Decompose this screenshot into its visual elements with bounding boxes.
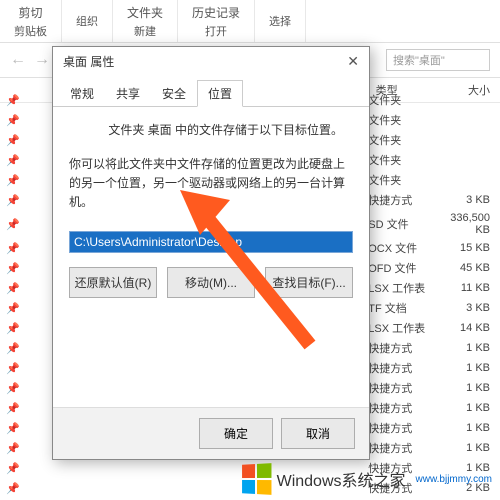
file-type: SD 文件: [368, 216, 434, 232]
ribbon-organize-group: 组织: [62, 0, 113, 42]
pin-icon: 📌: [0, 442, 26, 455]
file-type: 文件夹: [368, 132, 434, 148]
ribbon: 剪切 剪贴板 组织 文件夹 新建 历史记录 打开 选择: [0, 0, 500, 43]
pin-icon: 📌: [0, 218, 26, 231]
pin-icon: 📌: [0, 462, 26, 475]
pin-icon: 📌: [0, 282, 26, 295]
file-size: 3 KB: [434, 194, 500, 206]
file-size: 1 KB: [434, 382, 500, 394]
tab-location[interactable]: 位置: [197, 80, 243, 107]
pin-icon: 📌: [0, 94, 26, 107]
file-size: 15 KB: [434, 242, 500, 254]
pin-icon: 📌: [0, 154, 26, 167]
path-input[interactable]: [69, 231, 353, 253]
pin-icon: 📌: [0, 174, 26, 187]
history-label[interactable]: 历史记录: [192, 4, 240, 21]
file-size: 1 KB: [434, 342, 500, 354]
file-size: 1 KB: [434, 362, 500, 374]
dialog-footer: 确定 取消: [53, 407, 369, 459]
watermark-url: www.bjjmmy.com: [416, 474, 492, 485]
pin-icon: 📌: [0, 402, 26, 415]
file-type: 快捷方式: [368, 192, 434, 208]
file-size: 14 KB: [434, 322, 500, 334]
ribbon-open-group: 历史记录 打开: [178, 0, 255, 42]
folder-icon: [69, 121, 95, 141]
back-icon[interactable]: ←: [10, 51, 26, 69]
open-label: 打开: [205, 23, 227, 39]
file-type: 文件夹: [368, 172, 434, 188]
pin-icon: 📌: [0, 194, 26, 207]
tab-security[interactable]: 安全: [151, 80, 197, 107]
ribbon-select-group: 选择: [255, 0, 306, 42]
pin-icon: 📌: [0, 482, 26, 495]
file-size: 336,500 KB: [434, 212, 500, 236]
file-type: 快捷方式: [368, 360, 434, 376]
file-type: TF 文档: [368, 300, 434, 316]
button-row: 还原默认值(R) 移动(M)... 查找目标(F)...: [69, 267, 353, 298]
ribbon-clipboard-group: 剪切 剪贴板: [0, 0, 62, 42]
move-button[interactable]: 移动(M)...: [167, 267, 255, 298]
cancel-button[interactable]: 取消: [281, 418, 355, 449]
tabs: 常规 共享 安全 位置: [53, 80, 369, 107]
watermark: Windows系统之家 www.bjjmmy.com: [241, 464, 492, 494]
organize-label: 组织: [76, 13, 98, 29]
properties-dialog: 桌面 属性 ✕ 常规 共享 安全 位置 文件夹 桌面 中的文件存储于以下目标位置…: [52, 46, 370, 460]
file-type: 快捷方式: [368, 380, 434, 396]
pin-icon: 📌: [0, 362, 26, 375]
pin-icon: 📌: [0, 322, 26, 335]
pin-icon: 📌: [0, 422, 26, 435]
pin-icon: 📌: [0, 242, 26, 255]
clipboard-label: 剪贴板: [14, 23, 47, 39]
tab-share[interactable]: 共享: [105, 80, 151, 107]
folder-label[interactable]: 文件夹: [127, 4, 163, 21]
windows-logo-icon: [242, 463, 271, 495]
file-type: 快捷方式: [368, 420, 434, 436]
file-size: 45 KB: [434, 262, 500, 274]
file-size: 1 KB: [434, 402, 500, 414]
file-type: OCX 文件: [368, 240, 434, 256]
pin-icon: 📌: [0, 134, 26, 147]
close-icon[interactable]: ✕: [347, 53, 359, 70]
file-type: 快捷方式: [368, 440, 434, 456]
file-size: 3 KB: [434, 302, 500, 314]
forward-icon: →: [34, 51, 50, 69]
file-type: 文件夹: [368, 152, 434, 168]
file-size: 11 KB: [434, 282, 500, 294]
search-input[interactable]: 搜索"桌面": [386, 49, 490, 71]
file-type: OFD 文件: [368, 260, 434, 276]
pin-icon: 📌: [0, 262, 26, 275]
pin-icon: 📌: [0, 342, 26, 355]
ribbon-new-group: 文件夹 新建: [113, 0, 178, 42]
select-label: 选择: [269, 13, 291, 29]
pin-icon: 📌: [0, 382, 26, 395]
file-type: LSX 工作表: [368, 320, 434, 336]
pin-icon: 📌: [0, 302, 26, 315]
dialog-title: 桌面 属性: [63, 53, 114, 70]
restore-button[interactable]: 还原默认值(R): [69, 267, 157, 298]
new-label: 新建: [134, 23, 156, 39]
file-type: 快捷方式: [368, 400, 434, 416]
file-type: 文件夹: [368, 112, 434, 128]
cut-label[interactable]: 剪切: [18, 4, 42, 21]
pin-icon: 📌: [0, 114, 26, 127]
file-type: LSX 工作表: [368, 280, 434, 296]
watermark-text: Windows系统之家: [277, 467, 406, 491]
dialog-titlebar: 桌面 属性 ✕: [53, 47, 369, 76]
ok-button[interactable]: 确定: [199, 418, 273, 449]
desc-text: 文件夹 桌面 中的文件存储于以下目标位置。: [108, 123, 343, 137]
help-text: 你可以将此文件夹中文件存储的位置更改为此硬盘上的另一个位置，另一个驱动器或网络上…: [69, 155, 353, 213]
file-type: 快捷方式: [368, 340, 434, 356]
file-size: 1 KB: [434, 442, 500, 454]
file-size: 1 KB: [434, 422, 500, 434]
dialog-body: 文件夹 桌面 中的文件存储于以下目标位置。 你可以将此文件夹中文件存储的位置更改…: [53, 107, 369, 407]
tab-general[interactable]: 常规: [59, 80, 105, 107]
file-type: 文件夹: [368, 92, 434, 108]
find-target-button[interactable]: 查找目标(F)...: [265, 267, 353, 298]
desc-line: 文件夹 桌面 中的文件存储于以下目标位置。: [69, 121, 353, 141]
